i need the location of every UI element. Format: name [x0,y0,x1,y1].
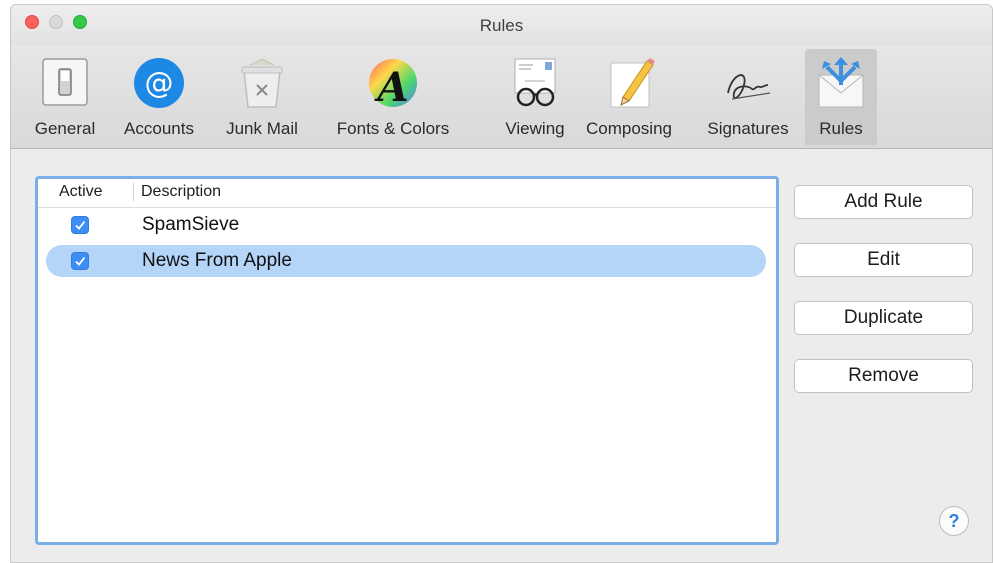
svg-text:A: A [373,64,408,111]
column-header-active[interactable]: Active [59,183,103,201]
tab-general-label: General [34,119,96,138]
rules-table[interactable]: Active Description SpamSieve News From A [35,176,779,545]
add-rule-button[interactable]: Add Rule [794,185,973,219]
tab-rules[interactable]: Rules [805,49,877,145]
active-checkbox[interactable] [71,216,89,234]
tab-signatures-label: Signatures [707,119,789,138]
active-checkbox[interactable] [71,252,89,270]
tab-viewing-label: Viewing [505,119,565,138]
help-button[interactable]: ? [939,506,969,536]
tab-rules-label: Rules [819,119,863,138]
tab-composing-label: Composing [586,119,672,138]
at-sign-icon: @ [129,55,189,111]
tab-junk-mail[interactable]: Junk Mail [214,49,310,145]
tab-composing[interactable]: Composing [574,49,684,145]
table-row[interactable]: News From Apple [46,245,766,277]
pencil-paper-icon [599,55,659,111]
tab-signatures[interactable]: Signatures [695,49,801,145]
tab-fonts-colors-label: Fonts & Colors [336,119,450,138]
trash-bin-icon [232,55,292,111]
checkmark-icon [75,256,86,266]
tab-fonts-colors[interactable]: A Fonts & Colors [318,49,468,145]
remove-button[interactable]: Remove [794,359,973,393]
table-row[interactable]: SpamSieve [46,209,766,241]
tab-accounts[interactable]: @ Accounts [111,49,207,145]
svg-text:@: @ [145,66,174,100]
signature-icon [718,55,778,111]
tab-junk-mail-label: Junk Mail [226,119,298,138]
window-title: Rules [479,16,524,35]
edit-button[interactable]: Edit [794,243,973,277]
rule-description: News From Apple [142,250,292,271]
title-bar: Rules [11,5,992,45]
preferences-toolbar: General @ Accounts Junk Mail A Fonts & C… [11,45,992,149]
tab-general[interactable]: General [21,49,109,145]
switch-icon [35,55,95,111]
column-header-description[interactable]: Description [133,183,221,201]
tab-viewing[interactable]: Viewing [491,49,579,145]
rules-table-header: Active Description [38,179,776,208]
rules-envelope-icon [811,55,871,111]
rules-pane: Active Description SpamSieve News From A [11,149,992,562]
checkmark-icon [75,220,86,230]
duplicate-button[interactable]: Duplicate [794,301,973,335]
rules-window: Rules General @ Accounts Junk Mail A Fon… [10,4,993,563]
rule-description: SpamSieve [142,214,240,235]
font-color-icon: A [363,55,423,111]
glasses-envelope-icon [505,55,565,111]
tab-accounts-label: Accounts [124,119,194,138]
